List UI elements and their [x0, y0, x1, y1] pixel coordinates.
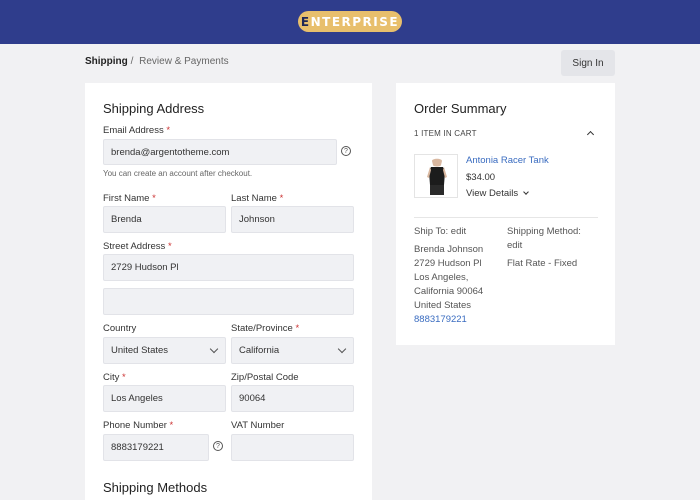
vat-label: VAT Number [231, 420, 285, 431]
view-details-toggle[interactable]: View Details [466, 188, 529, 199]
shipping-method-label-line: Shipping Method: [507, 226, 581, 237]
country-select[interactable]: United States [103, 337, 226, 364]
required-mark: * [167, 241, 172, 252]
chevron-up-icon[interactable] [586, 130, 595, 139]
first-name-label-text: First Name [103, 193, 150, 204]
state-select[interactable]: California [231, 337, 354, 364]
phone-label-text: Phone Number [103, 420, 167, 431]
phone-field[interactable]: 8883179221 [103, 434, 209, 461]
ship-to-line: 2729 Hudson Pl [414, 258, 482, 269]
required-mark: * [295, 323, 300, 334]
ship-to-label[interactable]: Ship To: edit [414, 225, 466, 239]
city-field[interactable]: Los Angeles [103, 385, 226, 412]
phone-help-icon[interactable]: ? [213, 441, 223, 451]
required-mark: * [122, 372, 126, 383]
country-selected-value: United States [111, 345, 169, 356]
first-name-label: First Name * [103, 193, 156, 204]
items-in-cart-toggle[interactable]: 1 ITEM IN CART [414, 129, 477, 138]
street-address-line2-field[interactable] [103, 288, 354, 315]
zip-field[interactable]: 90064 [231, 385, 354, 412]
state-label: State/Province * [231, 323, 299, 334]
chevron-down-icon [209, 344, 219, 353]
last-name-field[interactable]: Johnson [231, 206, 354, 233]
city-label: City * [103, 372, 126, 383]
shipping-methods-title: Shipping Methods [103, 480, 208, 495]
phone-label: Phone Number * [103, 420, 173, 431]
ship-to-line: United States [414, 300, 472, 311]
chevron-down-icon [522, 189, 529, 195]
shipping-address-card: Shipping Address Email Address * brenda@… [85, 83, 372, 500]
zip-label: Zip/Postal Code [231, 372, 299, 383]
breadcrumb-separator: / [130, 56, 134, 67]
street-label: Street Address * [103, 241, 172, 252]
first-name-field[interactable]: Brenda [103, 206, 226, 233]
breadcrumb-review-payments[interactable]: Review & Payments [139, 56, 228, 67]
required-mark: * [169, 420, 174, 431]
logo-rest: NTERPRISE [310, 14, 400, 29]
shipping-method-label[interactable]: Shipping Method: edit [507, 225, 581, 253]
order-summary-title: Order Summary [414, 101, 507, 116]
sign-in-button[interactable]: Sign In [561, 50, 615, 76]
product-image [427, 158, 447, 195]
vat-field[interactable] [231, 434, 354, 461]
country-label: Country [103, 323, 137, 334]
enterprise-logo[interactable]: E NTERPRISE [298, 11, 402, 32]
product-name-link[interactable]: Antonia Racer Tank [466, 155, 549, 166]
required-mark: * [279, 193, 284, 204]
logo-first-letter: E [300, 14, 311, 29]
state-label-text: State/Province [231, 323, 293, 334]
chevron-down-icon [337, 344, 347, 353]
required-mark: * [166, 125, 171, 136]
email-hint: You can create an account after checkout… [103, 169, 253, 178]
email-field[interactable]: brenda@argentotheme.com [103, 139, 337, 165]
last-name-label-text: Last Name [231, 193, 277, 204]
shipping-address-title: Shipping Address [103, 101, 205, 116]
summary-divider [414, 217, 598, 218]
email-help-icon[interactable]: ? [341, 146, 351, 156]
ship-to-line: Los Angeles, [414, 272, 469, 283]
ship-to-phone-link[interactable]: 8883179221 [414, 313, 483, 327]
street-label-text: Street Address [103, 241, 166, 252]
street-address-field[interactable]: 2729 Hudson Pl [103, 254, 354, 281]
email-label-text: Email Address [103, 125, 164, 136]
ship-to-line: California 90064 [414, 286, 484, 297]
ship-to-address: Brenda Johnson 2729 Hudson Pl Los Angele… [414, 243, 483, 327]
product-thumbnail[interactable] [414, 154, 458, 198]
view-details-label: View Details [466, 188, 519, 199]
required-mark: * [152, 193, 156, 204]
shipping-method-edit: edit [507, 240, 523, 251]
product-price: $34.00 [466, 172, 496, 183]
shipping-method-value: Flat Rate - Fixed [507, 258, 578, 269]
breadcrumb-shipping: Shipping [85, 56, 128, 67]
last-name-label: Last Name * [231, 193, 283, 204]
email-label: Email Address * [103, 125, 170, 136]
top-bar: E NTERPRISE [0, 0, 700, 44]
breadcrumb: Shipping / Review & Payments [85, 56, 229, 67]
ship-to-line: Brenda Johnson [414, 244, 484, 255]
order-summary-card: Order Summary 1 ITEM IN CART Antonia Rac… [396, 83, 615, 345]
city-label-text: City [103, 372, 120, 383]
state-selected-value: California [239, 345, 280, 356]
